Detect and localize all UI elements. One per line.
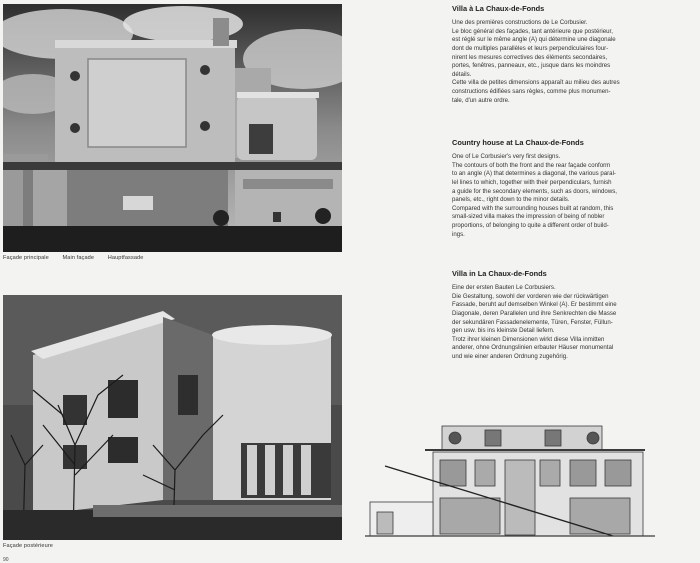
paragraph-de: Eine der ersten Bauten Le Corbusiers. Di… — [452, 284, 690, 362]
line: détails. — [452, 70, 472, 78]
caption-rear-facade: Façade postérieure — [3, 543, 65, 549]
line: a guide for the secondary elements, such… — [452, 187, 617, 195]
heading-fr: Villa à La Chaux-de-Fonds — [452, 4, 545, 13]
line: Fassade, beruht auf demselben Winkel (A)… — [452, 301, 617, 309]
page-number: 90 — [3, 557, 9, 563]
line: Eine der ersten Bauten Le Corbusiers. — [452, 284, 556, 291]
line: Compared with the surrounding houses bui… — [452, 204, 614, 212]
line: anderer, ohne Ordnungslinien erbauter Hä… — [452, 344, 614, 352]
photo-rear-facade — [3, 295, 342, 540]
line: ings. — [452, 230, 465, 238]
paragraph-en: One of Le Corbusier's very first designs… — [452, 153, 690, 239]
line: The contours of both the front and the r… — [452, 161, 611, 169]
line: lel lines to which, together with their … — [452, 178, 612, 186]
caption-main-facade: Façade principale Main façade Hauptfassa… — [3, 255, 155, 261]
line: dont de multiples parallèles et leurs pe… — [452, 44, 609, 52]
line: gen usw. bis ins kleinste Detail liefern… — [452, 327, 555, 335]
line: panels, etc., right down to the minor de… — [452, 196, 570, 204]
line: proportions, of belonging to quite a dif… — [452, 222, 609, 230]
heading-en: Country house at La Chaux-de-Fonds — [452, 138, 584, 147]
line: Diagonale, deren Parallelen und ihre Sen… — [452, 309, 617, 317]
line: Cette villa de petites dimensions appara… — [452, 79, 620, 87]
heading-de: Villa in La Chaux-de-Fonds — [452, 269, 547, 278]
caption-main-facade-de: Hauptfassade — [107, 255, 144, 261]
line: tale, d'un autre ordre. — [452, 96, 510, 104]
line: est réglé sur le même angle (A) qui déte… — [452, 36, 616, 44]
line: nirent les mesures correctives des éléme… — [452, 53, 608, 61]
line: Le bloc général des façades, tant antéri… — [452, 27, 613, 35]
line: portes, fenêtres, panneaux, etc., jusque… — [452, 62, 611, 70]
line: small-sized villa makes the impression o… — [452, 213, 605, 221]
line: Trotz ihrer kleinen Dimensionen wirkt di… — [452, 335, 605, 343]
line: to an angle (A) that determines a diagon… — [452, 170, 616, 178]
line: der sekundären Fassadenelemente, Türen, … — [452, 318, 613, 326]
text-block-fr: Villa à La Chaux-de-Fonds Une des premiè… — [452, 4, 690, 105]
caption-main-facade-en: Main façade — [62, 255, 95, 261]
line: constructions édifiées sans règles, comm… — [452, 88, 611, 96]
text-block-en: Country house at La Chaux-de-Fonds One o… — [452, 138, 690, 239]
line: und wie einer anderen Ordnung zugehörig. — [452, 353, 568, 361]
text-block-de: Villa in La Chaux-de-Fonds Eine der erst… — [452, 269, 690, 362]
line: Une des premières constructions de Le Co… — [452, 19, 588, 26]
elevation-drawing — [365, 420, 655, 542]
line: Die Gestaltung, sowohl der vorderen wie … — [452, 292, 609, 300]
line: One of Le Corbusier's very first designs… — [452, 153, 561, 160]
caption-main-facade-fr: Façade principale — [3, 255, 49, 261]
photo-main-facade — [3, 4, 342, 252]
paragraph-fr: Une des premières constructions de Le Co… — [452, 19, 690, 105]
caption-rear-facade-fr: Façade postérieure — [3, 543, 53, 549]
